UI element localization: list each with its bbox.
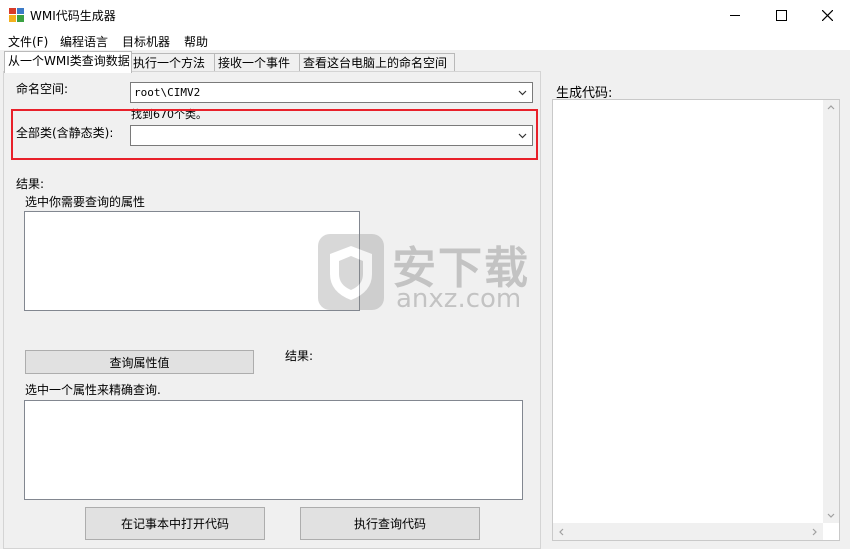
select-properties-label: 选中你需要查询的属性 xyxy=(25,195,146,209)
scroll-left-icon[interactable] xyxy=(558,528,564,536)
close-button[interactable] xyxy=(804,0,850,30)
menu-language[interactable]: 编程语言 xyxy=(60,33,108,50)
watermark: 安下载 anxz.com xyxy=(316,232,536,314)
tab-query-data[interactable]: 从一个WMI类查询数据 xyxy=(4,51,132,73)
property-values-listbox[interactable] xyxy=(24,400,523,500)
menu-help[interactable]: 帮助 xyxy=(184,33,208,50)
scroll-up-icon[interactable] xyxy=(827,104,835,110)
results-label: 结果: xyxy=(16,177,45,191)
tab-receive-event[interactable]: 接收一个事件 xyxy=(214,53,302,72)
results-label-2: 结果: xyxy=(285,349,314,363)
watermark-subtext: anxz.com xyxy=(396,284,522,314)
namespace-label: 命名空间: xyxy=(16,82,69,96)
scroll-down-icon[interactable] xyxy=(827,513,835,519)
execute-query-button[interactable]: 执行查询代码 xyxy=(300,507,480,540)
chevron-down-icon xyxy=(518,90,527,96)
maximize-button[interactable] xyxy=(758,0,804,30)
window-title: WMI代码生成器 xyxy=(30,9,116,23)
minimize-button[interactable] xyxy=(712,0,758,30)
query-property-values-button[interactable]: 查询属性值 xyxy=(25,350,254,374)
open-in-notepad-button[interactable]: 在记事本中打开代码 xyxy=(85,507,265,540)
namespace-value: root\CIMV2 xyxy=(134,86,201,99)
app-icon xyxy=(9,8,24,22)
menu-target-machine[interactable]: 目标机器 xyxy=(122,33,170,50)
vertical-scrollbar[interactable] xyxy=(823,100,839,523)
highlight-box xyxy=(11,109,538,160)
minimize-icon xyxy=(730,14,740,16)
shield-icon xyxy=(318,234,384,310)
select-one-property-label: 选中一个属性来精确查询. xyxy=(25,383,161,397)
tab-execute-method[interactable]: 执行一个方法 xyxy=(129,53,217,72)
menu-file[interactable]: 文件(F) xyxy=(8,33,48,50)
horizontal-scrollbar[interactable] xyxy=(553,523,823,540)
maximize-icon xyxy=(775,9,787,21)
generated-code-textarea[interactable] xyxy=(552,99,840,541)
namespace-combo[interactable]: root\CIMV2 xyxy=(130,82,533,103)
scroll-right-icon[interactable] xyxy=(812,528,818,536)
close-icon xyxy=(821,9,833,21)
tab-browse-namespaces[interactable]: 查看这台电脑上的命名空间 xyxy=(299,53,455,72)
properties-listbox[interactable] xyxy=(24,211,360,311)
